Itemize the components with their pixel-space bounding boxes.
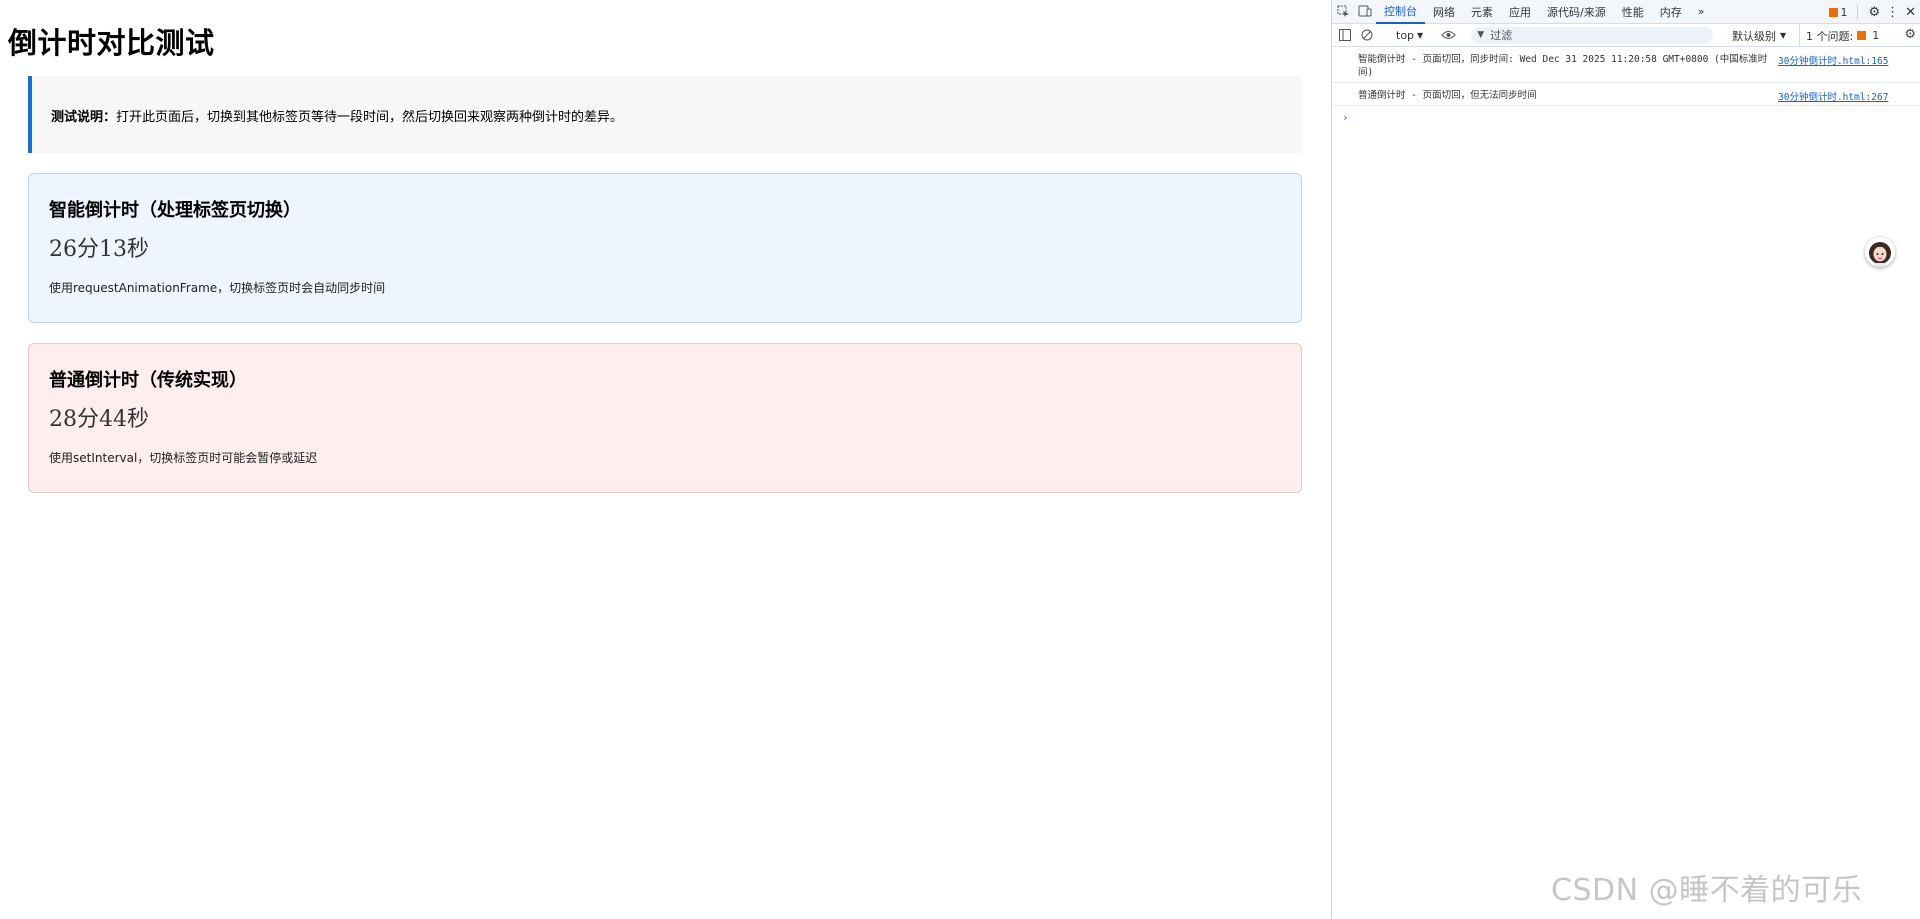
more-tabs-icon[interactable]: » <box>1690 0 1713 24</box>
smart-countdown-timer: 26分13秒 <box>49 237 149 262</box>
tab-sources[interactable]: 源代码/来源 <box>1539 0 1614 24</box>
normal-countdown-timer: 28分44秒 <box>49 407 149 432</box>
console-prompt[interactable]: › <box>1332 106 1920 124</box>
chevron-down-icon: ▼ <box>1417 30 1424 40</box>
normal-card-title: 普通倒计时（传统实现） <box>49 370 247 391</box>
filter-placeholder: 过滤 <box>1490 29 1513 42</box>
normal-countdown-card: 普通倒计时（传统实现） 28分44秒 使用setInterval，切换标签页时可… <box>28 343 1302 493</box>
normal-card-desc: 使用setInterval，切换标签页时可能会暂停或延迟 <box>49 451 318 465</box>
filter-input[interactable]: ▼ 过滤 <box>1471 26 1714 44</box>
log-source-link[interactable]: 30分钟倒计时.html:165 <box>1778 53 1888 67</box>
clear-console-icon[interactable] <box>1356 24 1378 46</box>
log-level-value: 默认级别 <box>1732 29 1776 43</box>
log-source-link[interactable]: 30分钟倒计时.html:267 <box>1778 89 1888 103</box>
issue-flag-icon <box>1829 8 1839 17</box>
console-toolbar: top ▼ ▼ 过滤 默认级别 ▼ 1 个问题: 1 ⚙ <box>1332 24 1920 47</box>
issues-counter[interactable]: 1 个问题: 1 <box>1799 24 1879 47</box>
page-title: 倒计时对比测试 <box>8 26 215 60</box>
devtools-panel: 控制台 网络 元素 应用 源代码/来源 性能 内存 » 1 ⚙ ⋮ ✕ top … <box>1331 0 1920 919</box>
divider <box>1857 5 1859 19</box>
smart-card-title: 智能倒计时（处理标签页切换） <box>49 200 301 221</box>
issue-badge[interactable]: 1 <box>1829 6 1847 19</box>
inspect-element-icon[interactable] <box>1332 1 1354 23</box>
console-output: 智能倒计时 - 页面切回，同步时间: Wed Dec 31 2025 11:20… <box>1332 47 1920 124</box>
console-log-row: 智能倒计时 - 页面切回，同步时间: Wed Dec 31 2025 11:20… <box>1332 47 1920 83</box>
tab-performance[interactable]: 性能 <box>1614 0 1652 24</box>
tab-elements[interactable]: 元素 <box>1463 0 1501 24</box>
console-log-row: 普通倒计时 - 页面切回，但无法同步时间 30分钟倒计时.html:267 <box>1332 83 1920 106</box>
note-label: 测试说明： <box>51 110 117 125</box>
issue-badge-count: 1 <box>1840 5 1848 19</box>
page-content: 倒计时对比测试 测试说明：打开此页面后，切换到其他标签页等待一段时间，然后切换回… <box>0 0 1331 919</box>
tab-network[interactable]: 网络 <box>1425 0 1463 24</box>
log-message: 智能倒计时 - 页面切回，同步时间: Wed Dec 31 2025 11:20… <box>1358 54 1768 78</box>
settings-gear-icon[interactable]: ⚙ <box>1868 5 1880 20</box>
tab-application[interactable]: 应用 <box>1501 0 1539 24</box>
assistant-avatar[interactable] <box>1865 237 1895 267</box>
devtools-tab-bar: 控制台 网络 元素 应用 源代码/来源 性能 内存 » 1 ⚙ ⋮ ✕ <box>1332 0 1920 24</box>
tab-console[interactable]: 控制台 <box>1376 0 1425 24</box>
more-options-icon[interactable]: ⋮ <box>1886 5 1899 20</box>
test-note: 测试说明：打开此页面后，切换到其他标签页等待一段时间，然后切换回来观察两种倒计时… <box>28 76 1302 153</box>
note-text: 打开此页面后，切换到其他标签页等待一段时间，然后切换回来观察两种倒计时的差异。 <box>116 110 624 125</box>
filter-icon: ▼ <box>1477 30 1485 40</box>
chevron-down-icon: ▼ <box>1780 31 1787 40</box>
smart-card-desc: 使用requestAnimationFrame，切换标签页时会自动同步时间 <box>49 281 386 295</box>
issue-flag-icon <box>1857 31 1867 40</box>
eye-icon[interactable] <box>1437 24 1459 46</box>
context-value: top <box>1396 28 1415 42</box>
tab-memory[interactable]: 内存 <box>1652 0 1690 24</box>
console-settings-icon[interactable]: ⚙ <box>1904 27 1916 42</box>
close-devtools-icon[interactable]: ✕ <box>1905 5 1916 20</box>
log-message: 普通倒计时 - 页面切回，但无法同步时间 <box>1358 90 1537 101</box>
sidebar-toggle-icon[interactable] <box>1334 24 1356 46</box>
csdn-watermark: CSDN @睡不着的可乐 <box>1551 873 1863 908</box>
issues-label: 1 个问题: <box>1806 29 1854 43</box>
log-level-select[interactable]: 默认级别 ▼ <box>1732 24 1786 47</box>
smart-countdown-card: 智能倒计时（处理标签页切换） 26分13秒 使用requestAnimation… <box>28 173 1302 323</box>
device-toolbar-icon[interactable] <box>1354 1 1376 23</box>
issues-count: 1 <box>1872 29 1880 42</box>
context-select[interactable]: top ▼ <box>1396 29 1423 42</box>
